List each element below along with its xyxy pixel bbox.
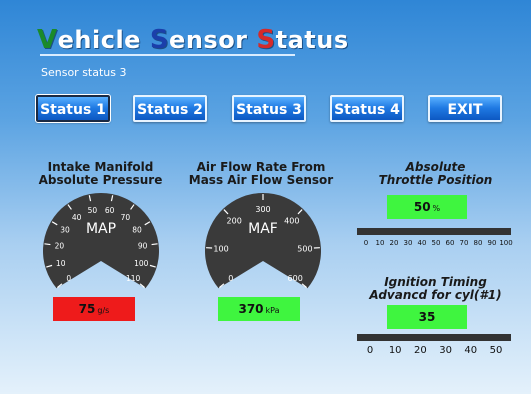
map-gauge-dial: 01020304050 60708090100110MAP xyxy=(43,193,160,289)
ignition-title: Ignition Timing Advancd for cyl(#1) xyxy=(358,276,513,302)
maf_gauge-tick-label: 100 xyxy=(213,245,228,254)
ignition-value: 35 xyxy=(418,310,436,324)
map_gauge-tick-label: 40 xyxy=(72,213,82,222)
throttle-tick-label: 60 xyxy=(445,239,455,247)
map_gauge-tick-label: 20 xyxy=(55,242,65,251)
throttle-tick-label: 30 xyxy=(403,239,413,247)
title-s2-initial: S xyxy=(256,25,276,55)
throttle-tick-label: 50 xyxy=(431,239,441,247)
throttle-tick-label: 90 xyxy=(487,239,497,247)
ignition-tick-label: 30 xyxy=(439,345,452,356)
map_gauge-tick-mark xyxy=(151,243,158,246)
ignition-value-box: 35 xyxy=(387,305,467,329)
title-s-initial: S xyxy=(149,25,170,55)
page-title: Vehicle Sensor Status xyxy=(37,25,349,55)
title-status-rest: tatus xyxy=(275,26,349,54)
throttle-tick-label: 10 xyxy=(375,239,385,247)
throttle-title-line2: Throttle Position xyxy=(378,173,493,187)
title-v-initial: V xyxy=(37,25,58,55)
throttle-bar xyxy=(357,228,511,235)
map_gauge-tick-label: 30 xyxy=(60,225,70,234)
throttle-tick-label: 0 xyxy=(363,239,369,247)
maf-gauge-dial: 0 100 200 300 400 500 600 MAF xyxy=(205,193,321,289)
throttle-tick-label: 40 xyxy=(417,239,427,247)
maf_gauge-tick-label: 200 xyxy=(227,216,242,225)
map_gauge-tick-label: 0 xyxy=(66,274,71,283)
map_gauge-tick-label: 60 xyxy=(105,206,115,215)
status-4-button[interactable]: Status 4 xyxy=(330,95,404,122)
throttle-tick-labels: 0 10 20 30 40 50 60 70 80 90 100 xyxy=(363,239,513,251)
throttle-tick-label: 100 xyxy=(499,239,513,247)
page-subtitle: Sensor status 3 xyxy=(41,66,127,79)
status-3-button[interactable]: Status 3 xyxy=(232,95,306,122)
throttle-tick-label: 20 xyxy=(389,239,399,247)
map-value: 75 xyxy=(78,302,96,316)
ignition-title-line2: Advancd for cyl(#1) xyxy=(369,288,502,302)
maf-value: 370 xyxy=(238,302,264,316)
map_gauge-tick-label: 100 xyxy=(134,259,149,268)
map-value-box: 75 g/s xyxy=(53,297,135,321)
maf_gauge-tick-label: 300 xyxy=(255,205,270,214)
ignition-tick-label: 50 xyxy=(489,345,503,356)
title-underline xyxy=(40,54,295,56)
status-2-button[interactable]: Status 2 xyxy=(133,95,207,122)
map_gauge-tick-label: 80 xyxy=(132,225,142,234)
map_gauge-tick-label: 110 xyxy=(126,274,141,283)
map_gauge-dial-face xyxy=(43,193,160,289)
map-title-line2: Absolute Pressure xyxy=(38,173,163,187)
maf-value-box: 370 kPa xyxy=(218,297,300,321)
throttle-title: Absolute Throttle Position xyxy=(358,161,513,187)
maf-unit: kPa xyxy=(265,306,280,315)
app-window: Vehicle Sensor Status Sensor status 3 St… xyxy=(8,8,521,386)
maf_gauge-tick-label: 500 xyxy=(297,245,312,254)
ignition-tick-label: 10 xyxy=(388,345,402,356)
map_gauge-tick-label: 50 xyxy=(88,206,98,215)
ignition-bar xyxy=(357,334,511,341)
maf_gauge-tick-label: 0 xyxy=(228,274,233,283)
title-vehicle-rest: ehicle xyxy=(57,26,141,54)
exit-button[interactable]: EXIT xyxy=(428,95,502,122)
map-unit: g/s xyxy=(97,306,110,315)
throttle-tick-label: 70 xyxy=(459,239,469,247)
maf_gauge-dial-label: MAF xyxy=(248,221,278,237)
ignition-tick-label: 0 xyxy=(366,345,374,356)
maf_gauge-tick-label: 400 xyxy=(284,216,299,225)
map_gauge-tick-mark xyxy=(44,243,51,246)
map_gauge-tick-label: 70 xyxy=(121,213,131,222)
throttle-value: 50 xyxy=(413,200,431,214)
maf-gauge-title: Air Flow Rate From Mass Air Flow Sensor xyxy=(181,161,341,187)
maf_gauge-tick-label: 600 xyxy=(288,274,303,283)
map_gauge-tick-label: 10 xyxy=(56,259,66,268)
throttle-tick-label: 80 xyxy=(473,239,483,247)
maf-title-line2: Mass Air Flow Sensor xyxy=(188,173,334,187)
status-1-button[interactable]: Status 1 xyxy=(35,94,111,123)
ignition-tick-labels: 0 10 20 30 40 50 xyxy=(366,345,503,359)
title-sensor-rest: ensor xyxy=(169,26,248,54)
throttle-unit: % xyxy=(432,204,441,213)
ignition-tick-label: 20 xyxy=(414,345,427,356)
map_gauge-tick-label: 90 xyxy=(138,242,148,251)
ignition-tick-label: 40 xyxy=(464,345,478,356)
map_gauge-dial-label: MAP xyxy=(86,221,116,237)
map-gauge-title: Intake Manifold Absolute Pressure xyxy=(28,161,173,187)
throttle-value-box: 50% xyxy=(387,195,467,219)
